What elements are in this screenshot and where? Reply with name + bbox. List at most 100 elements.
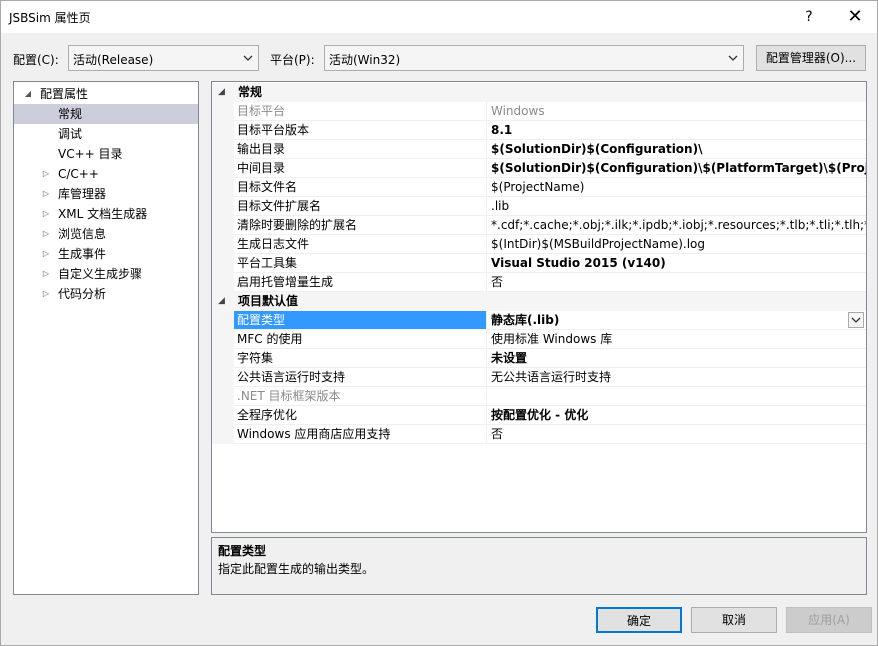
tree-item-config-properties[interactable]: ◢ 配置属性 <box>14 84 198 104</box>
property-value[interactable]: 无公共语言运行时支持 <box>486 368 866 387</box>
description-text: 指定此配置生成的输出类型。 <box>218 562 375 576</box>
property-row[interactable]: 生成日志文件 $(IntDir)$(MSBuildProjectName).lo… <box>212 235 866 254</box>
description-panel: 配置类型 指定此配置生成的输出类型。 <box>211 537 867 595</box>
tree-item-label: C/C++ <box>58 167 99 181</box>
ok-button[interactable]: 确定 <box>596 607 682 633</box>
row-gutter <box>212 387 234 406</box>
property-value[interactable]: 按配置优化 - 优化 <box>486 406 866 425</box>
section-project-defaults[interactable]: ◢ 项目默认值 <box>212 292 866 311</box>
property-name: 清除时要删除的扩展名 <box>234 216 486 235</box>
help-button[interactable]: ? <box>787 1 831 33</box>
cancel-button[interactable]: 取消 <box>691 607 777 633</box>
tree-item-build-events[interactable]: ▷ 生成事件 <box>14 244 198 264</box>
tree-item-cpp[interactable]: ▷ C/C++ <box>14 164 198 184</box>
chevron-down-icon <box>242 49 254 67</box>
property-name: 公共语言运行时支持 <box>234 368 486 387</box>
row-gutter <box>212 311 234 330</box>
tree-item-librarian[interactable]: ▷ 库管理器 <box>14 184 198 204</box>
property-row[interactable]: 全程序优化 按配置优化 - 优化 <box>212 406 866 425</box>
property-value[interactable]: 使用标准 Windows 库 <box>486 330 866 349</box>
tree-item-label: 库管理器 <box>58 187 107 201</box>
property-name: 配置类型 <box>234 311 486 330</box>
row-gutter <box>212 368 234 387</box>
platform-dropdown[interactable]: 活动(Win32) <box>324 45 744 71</box>
property-name: 生成日志文件 <box>234 235 486 254</box>
property-row[interactable]: 平台工具集 Visual Studio 2015 (v140) <box>212 254 866 273</box>
property-value[interactable]: $(IntDir)$(MSBuildProjectName).log <box>486 235 866 254</box>
row-gutter <box>212 216 234 235</box>
description-title: 配置类型 <box>218 544 267 558</box>
property-dropdown-button[interactable] <box>848 312 864 328</box>
property-row[interactable]: 目标文件名 $(ProjectName) <box>212 178 866 197</box>
row-gutter <box>212 330 234 349</box>
property-value[interactable]: $(ProjectName) <box>486 178 866 197</box>
collapse-icon[interactable]: ◢ <box>218 292 225 311</box>
row-gutter <box>212 178 234 197</box>
property-name: .NET 目标框架版本 <box>234 387 486 406</box>
config-value: 活动(Release) <box>73 53 154 67</box>
tree-item-label: 生成事件 <box>58 247 107 261</box>
property-row[interactable]: .NET 目标框架版本 <box>212 387 866 406</box>
platform-value: 活动(Win32) <box>329 53 401 67</box>
window-title: JSBSim 属性页 <box>9 11 91 25</box>
property-name: MFC 的使用 <box>234 330 486 349</box>
tree-item-xml-doc-generator[interactable]: ▷ XML 文档生成器 <box>14 204 198 224</box>
category-tree: ◢ 配置属性 常规 调试 VC++ 目录 ▷ C/C++ ▷ 库管理器 ▷ XM… <box>13 81 199 595</box>
property-value[interactable]: 未设置 <box>486 349 866 368</box>
title-bar: JSBSim 属性页 ? ✕ <box>1 1 877 33</box>
row-gutter <box>212 273 234 292</box>
config-dropdown[interactable]: 活动(Release) <box>68 45 259 71</box>
close-button[interactable]: ✕ <box>833 1 877 33</box>
property-value[interactable]: 静态库(.lib) <box>486 311 866 330</box>
tree-item-label: 配置属性 <box>40 87 89 101</box>
property-row[interactable]: 输出目录 $(SolutionDir)$(Configuration)\ <box>212 140 866 159</box>
tree-item-custom-build-step[interactable]: ▷ 自定义生成步骤 <box>14 264 198 284</box>
config-manager-button[interactable]: 配置管理器(O)... <box>756 45 866 71</box>
property-value[interactable]: *.cdf;*.cache;*.obj;*.ilk;*.ipdb;*.iobj;… <box>486 216 866 235</box>
property-value[interactable]: 否 <box>486 273 866 292</box>
expand-icon[interactable]: ▷ <box>40 204 52 224</box>
property-row-selected[interactable]: 配置类型 静态库(.lib) <box>212 311 866 330</box>
collapse-icon[interactable]: ◢ <box>22 84 34 104</box>
property-name: 目标平台版本 <box>234 121 486 140</box>
property-row[interactable]: 清除时要删除的扩展名 *.cdf;*.cache;*.obj;*.ilk;*.i… <box>212 216 866 235</box>
expand-icon[interactable]: ▷ <box>40 244 52 264</box>
property-name: 目标文件扩展名 <box>234 197 486 216</box>
apply-button[interactable]: 应用(A) <box>786 607 872 633</box>
tree-item-vc-directories[interactable]: VC++ 目录 <box>14 144 198 164</box>
property-row[interactable]: 字符集 未设置 <box>212 349 866 368</box>
property-value[interactable]: $(SolutionDir)$(Configuration)\$(Platfor… <box>486 159 866 178</box>
property-value[interactable]: 否 <box>486 425 866 444</box>
expand-icon[interactable]: ▷ <box>40 224 52 244</box>
property-row[interactable]: 目标文件扩展名 .lib <box>212 197 866 216</box>
property-value[interactable]: $(SolutionDir)$(Configuration)\ <box>486 140 866 159</box>
platform-label: 平台(P): <box>270 53 315 67</box>
row-gutter <box>212 254 234 273</box>
expand-icon[interactable]: ▷ <box>40 284 52 304</box>
section-general[interactable]: ◢ 常规 <box>212 83 866 102</box>
property-row[interactable]: MFC 的使用 使用标准 Windows 库 <box>212 330 866 349</box>
collapse-icon[interactable]: ◢ <box>218 83 225 102</box>
property-value[interactable]: .lib <box>486 197 866 216</box>
property-name: 全程序优化 <box>234 406 486 425</box>
property-value: Windows <box>486 102 866 121</box>
property-value <box>486 387 866 406</box>
property-row[interactable]: 公共语言运行时支持 无公共语言运行时支持 <box>212 368 866 387</box>
tree-item-general[interactable]: 常规 <box>14 104 198 124</box>
property-row[interactable]: Windows 应用商店应用支持 否 <box>212 425 866 444</box>
tree-item-debugging[interactable]: 调试 <box>14 124 198 144</box>
property-row[interactable]: 目标平台 Windows <box>212 102 866 121</box>
section-label: 常规 <box>238 85 263 99</box>
expand-icon[interactable]: ▷ <box>40 184 52 204</box>
tree-item-code-analysis[interactable]: ▷ 代码分析 <box>14 284 198 304</box>
property-value[interactable]: 8.1 <box>486 121 866 140</box>
property-row[interactable]: 中间目录 $(SolutionDir)$(Configuration)\$(Pl… <box>212 159 866 178</box>
expand-icon[interactable]: ▷ <box>40 164 52 184</box>
tree-item-label: 代码分析 <box>58 287 107 301</box>
tree-item-browse-info[interactable]: ▷ 浏览信息 <box>14 224 198 244</box>
property-value[interactable]: Visual Studio 2015 (v140) <box>486 254 866 273</box>
tree-item-label: 常规 <box>58 107 83 121</box>
property-row[interactable]: 目标平台版本 8.1 <box>212 121 866 140</box>
property-row[interactable]: 启用托管增量生成 否 <box>212 273 866 292</box>
expand-icon[interactable]: ▷ <box>40 264 52 284</box>
